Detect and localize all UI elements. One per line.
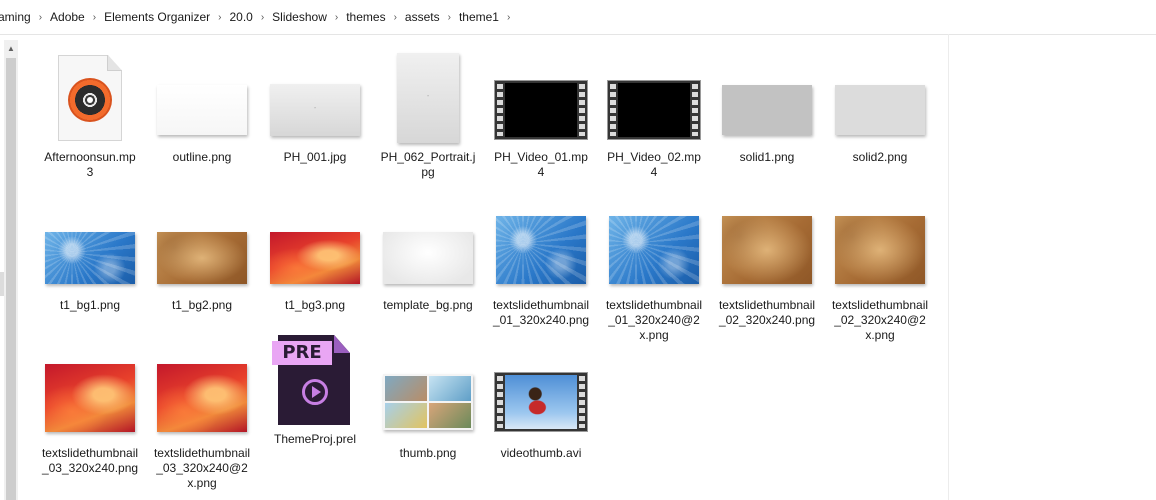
image-thumbnail [598,196,710,296]
file-item[interactable]: t1_bg2.png [146,196,258,313]
file-name: videothumb.avi [500,446,582,460]
file-name: textslidethumbnail_03_320x240@2x.png [153,446,251,490]
file-item[interactable]: solid1.png [711,48,823,165]
file-name: outline.png [172,150,232,164]
file-item[interactable]: PH_Video_02.mp4 [598,48,710,180]
breadcrumb-item[interactable]: Elements Organizer [98,10,216,24]
scroll-up-arrow-icon[interactable]: ▲ [4,40,18,56]
file-name: PH_001.jpg [283,150,347,164]
chevron-right-icon[interactable]: › [333,12,340,23]
file-item[interactable]: outline.png [146,48,258,165]
file-name: solid1.png [739,150,795,164]
chevron-right-icon[interactable]: › [392,12,399,23]
image-thumbnail [711,196,823,296]
image-thumbnail [146,196,258,296]
file-name: ThemeProj.prel [273,432,357,446]
file-item[interactable]: textslidethumbnail_03_320x240@2x.png [146,344,258,491]
file-item[interactable]: template_bg.png [372,196,484,313]
image-thumbnail [485,196,597,296]
file-name: thumb.png [399,446,457,460]
file-item[interactable]: solid2.png [824,48,936,165]
file-item[interactable]: textslidethumbnail_01_320x240@2x.png [598,196,710,343]
chevron-right-icon[interactable]: › [505,12,512,23]
image-thumbnail [372,344,484,444]
file-name: t1_bg2.png [171,298,233,312]
video-thumbnail [485,344,597,444]
file-name: textslidethumbnail_01_320x240.png [492,298,590,327]
premiere-elements-project-icon: PRE [259,330,371,430]
file-item[interactable]: textslidethumbnail_03_320x240.png [34,344,146,476]
chevron-right-icon[interactable]: › [91,12,98,23]
breadcrumb-label[interactable]: assets [399,10,446,24]
breadcrumb-item[interactable]: aming [0,10,37,24]
image-thumbnail [259,196,371,296]
file-name: solid2.png [852,150,908,164]
file-item[interactable]: Afternoonsun.mp3 [34,48,146,180]
breadcrumb-item[interactable]: assets [399,10,446,24]
pre-badge-text: PRE [272,341,332,365]
file-item[interactable]: ᵔ PH_062_Portrait.jpg [372,48,484,180]
image-thumbnail [824,48,936,148]
file-item[interactable]: textslidethumbnail_02_320x240@2x.png [824,196,936,343]
file-name: PH_Video_01.mp4 [494,150,588,179]
image-thumbnail [146,48,258,148]
breadcrumb-label[interactable]: 20.0 [223,10,258,24]
file-item[interactable]: textslidethumbnail_02_320x240.png [711,196,823,328]
video-thumbnail [485,48,597,148]
breadcrumb-label[interactable]: themes [340,10,391,24]
image-thumbnail [711,48,823,148]
chevron-right-icon[interactable]: › [446,12,453,23]
file-name: textslidethumbnail_01_320x240@2x.png [605,298,703,342]
image-thumbnail [34,196,146,296]
file-name: template_bg.png [383,298,473,312]
audio-file-icon [34,48,146,148]
file-item[interactable]: t1_bg1.png [34,196,146,313]
chevron-right-icon[interactable]: › [216,12,223,23]
breadcrumb-item[interactable]: 20.0 [223,10,258,24]
file-name: textslidethumbnail_03_320x240.png [41,446,139,475]
image-thumbnail [824,196,936,296]
file-name: t1_bg3.png [284,298,346,312]
breadcrumb-label[interactable]: Adobe [44,10,91,24]
file-item[interactable]: ᵔ PH_001.jpg [259,48,371,165]
breadcrumb-label[interactable]: aming [0,10,37,24]
file-name: textslidethumbnail_02_320x240.png [718,298,816,327]
file-name: PH_062_Portrait.jpg [380,150,476,179]
file-item[interactable]: t1_bg3.png [259,196,371,313]
breadcrumb-item[interactable]: themes [340,10,391,24]
chevron-right-icon[interactable]: › [259,12,266,23]
video-thumbnail [598,48,710,148]
breadcrumb-item[interactable]: Slideshow [266,10,333,24]
file-name: Afternoonsun.mp3 [44,150,136,179]
breadcrumb-label[interactable]: Elements Organizer [98,10,216,24]
scrollbar-thumb[interactable] [6,58,16,500]
image-thumbnail [146,344,258,444]
file-item[interactable]: textslidethumbnail_01_320x240.png [485,196,597,328]
file-name: PH_Video_02.mp4 [607,150,701,179]
pane-divider [948,34,949,500]
image-thumbnail: ᵔ [259,48,371,148]
file-item[interactable]: PH_Video_01.mp4 [485,48,597,180]
file-item[interactable]: thumb.png [372,344,484,461]
breadcrumb-label[interactable]: theme1 [453,10,505,24]
file-list-view: Afternoonsun.mp3 outline.png ᵔ PH_001.jp… [24,34,948,500]
image-thumbnail: ᵔ [372,48,484,148]
file-name: textslidethumbnail_02_320x240@2x.png [831,298,929,342]
vertical-scrollbar[interactable]: ▲ [4,40,18,500]
file-item[interactable]: PRE ThemeProj.prel [259,330,371,447]
image-thumbnail [34,344,146,444]
chevron-right-icon[interactable]: › [37,12,44,23]
breadcrumb-item[interactable]: theme1 [453,10,505,24]
file-name: t1_bg1.png [59,298,121,312]
breadcrumb: aming › Adobe › Elements Organizer › 20.… [0,0,1156,35]
breadcrumb-label[interactable]: Slideshow [266,10,333,24]
file-item[interactable]: videothumb.avi [485,344,597,461]
image-thumbnail [372,196,484,296]
breadcrumb-item[interactable]: Adobe [44,10,91,24]
